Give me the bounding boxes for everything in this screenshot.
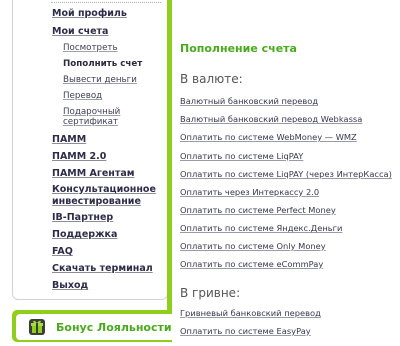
sidebar-divider: [51, 2, 161, 3]
payment-link-yandex-money[interactable]: Оплатить по системе Яндекс.Деньги: [180, 223, 342, 233]
gift-icon: [29, 319, 45, 335]
payment-link-perfect-money[interactable]: Оплатить по системе Perfect Money: [180, 205, 336, 215]
payment-link-liqpay-interkassa[interactable]: Оплатить по системе LiqPAY (через ИнтерК…: [180, 169, 392, 179]
loyalty-bonus-label: Бонус Лояльности: [56, 321, 172, 334]
payment-link-easypay[interactable]: Оплатить по системе EasyPay: [180, 326, 311, 336]
submenu-item-view[interactable]: Посмотреть: [63, 41, 164, 55]
loyalty-bonus-button[interactable]: Бонус Лояльности: [12, 310, 172, 342]
payment-link-only-money[interactable]: Оплатить по системе Only Money: [180, 241, 326, 251]
menu-item-download-terminal[interactable]: Скачать терминал: [52, 262, 164, 276]
payment-link-hryvnia-bank-transfer[interactable]: Гривневый банковский перевод: [180, 308, 321, 318]
accent-bar: [167, 0, 172, 335]
payment-link-ecommpay[interactable]: Оплатить по системе eCommPay: [180, 259, 323, 269]
loyalty-bonus-panel: Бонус Лояльности: [16, 314, 172, 340]
payment-link-bank-transfer[interactable]: Валютный банковский перевод: [180, 96, 318, 106]
menu-item-my-profile[interactable]: Мой профиль: [52, 7, 164, 21]
hryvnia-heading: В гривне:: [180, 286, 241, 300]
submenu-item-deposit[interactable]: Пополнить счет: [63, 57, 164, 71]
payment-link-liqpay[interactable]: Оплатить по системе LiqPAY: [180, 151, 303, 161]
submenu-item-transfer[interactable]: Перевод: [63, 89, 164, 103]
menu-item-faq[interactable]: FAQ: [52, 245, 164, 259]
menu-item-my-accounts[interactable]: Мои счета: [52, 25, 164, 39]
currency-heading: В валюте:: [180, 72, 243, 86]
payment-link-webkassa[interactable]: Валютный банковский перевод Webkassa: [180, 114, 362, 124]
menu-item-pamm[interactable]: ПАММ: [52, 133, 164, 147]
page-title: Пополнение счета: [180, 42, 297, 55]
payment-link-interkassa-2[interactable]: Оплатить через Интеркассу 2.0: [180, 187, 319, 197]
sidebar-menu: Мой профиль Мои счета Посмотреть Пополни…: [52, 7, 164, 293]
menu-item-ib-partner[interactable]: IB-Партнер: [52, 211, 164, 225]
payment-link-webmoney[interactable]: Оплатить по системе WebMoney — WMZ: [180, 132, 357, 142]
sidebar: Мой профиль Мои счета Посмотреть Пополни…: [12, 0, 168, 300]
menu-item-support[interactable]: Поддержка: [52, 228, 164, 242]
submenu-item-gift-certificate[interactable]: Подарочный сертификат: [63, 107, 153, 127]
menu-item-pamm-agents[interactable]: ПАММ Агентам: [52, 167, 164, 181]
menu-item-logout[interactable]: Выход: [52, 279, 164, 293]
menu-item-pamm-2[interactable]: ПАММ 2.0: [52, 150, 164, 164]
submenu-item-withdraw[interactable]: Вывести деньги: [63, 73, 164, 87]
menu-item-consulting[interactable]: Консультационное инвестирование: [52, 184, 160, 207]
